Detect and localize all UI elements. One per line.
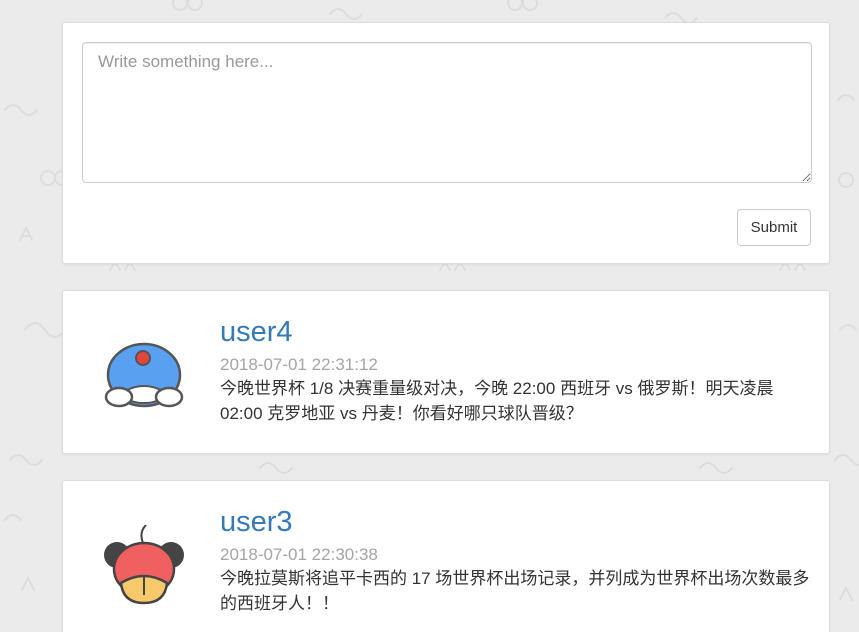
post-body: user4 2018-07-01 22:31:12 今晚世界杯 1/8 决赛重量… [220, 313, 816, 426]
compose-card: Submit [62, 22, 830, 264]
username-link[interactable]: user4 [220, 313, 816, 351]
username-link[interactable]: user3 [220, 503, 816, 541]
post-content: 今晚拉莫斯将追平卡西的 17 场世界杯出场记录，并列成为世界杯出场次数最多的西班… [220, 569, 810, 613]
post-body: user3 2018-07-01 22:30:38 今晚拉莫斯将追平卡西的 17… [220, 503, 816, 616]
post-timestamp: 2018-07-01 22:30:38 [220, 545, 378, 564]
post-content: 今晚世界杯 1/8 决赛重量级对决，今晚 22:00 西班牙 vs 俄罗斯！明天… [220, 379, 774, 423]
submit-button[interactable]: Submit [737, 209, 811, 246]
post-timestamp: 2018-07-01 22:31:12 [220, 355, 378, 374]
doraemon-avatar-icon [104, 342, 184, 408]
mickey-avatar-icon [104, 525, 184, 605]
page: Submit user4 2018-07-01 22:31:12 今晚世界杯 1… [0, 0, 859, 632]
post-card: user3 2018-07-01 22:30:38 今晚拉莫斯将追平卡西的 17… [62, 480, 830, 632]
post-textarea[interactable] [82, 42, 812, 183]
post-card: user4 2018-07-01 22:31:12 今晚世界杯 1/8 决赛重量… [62, 290, 830, 454]
